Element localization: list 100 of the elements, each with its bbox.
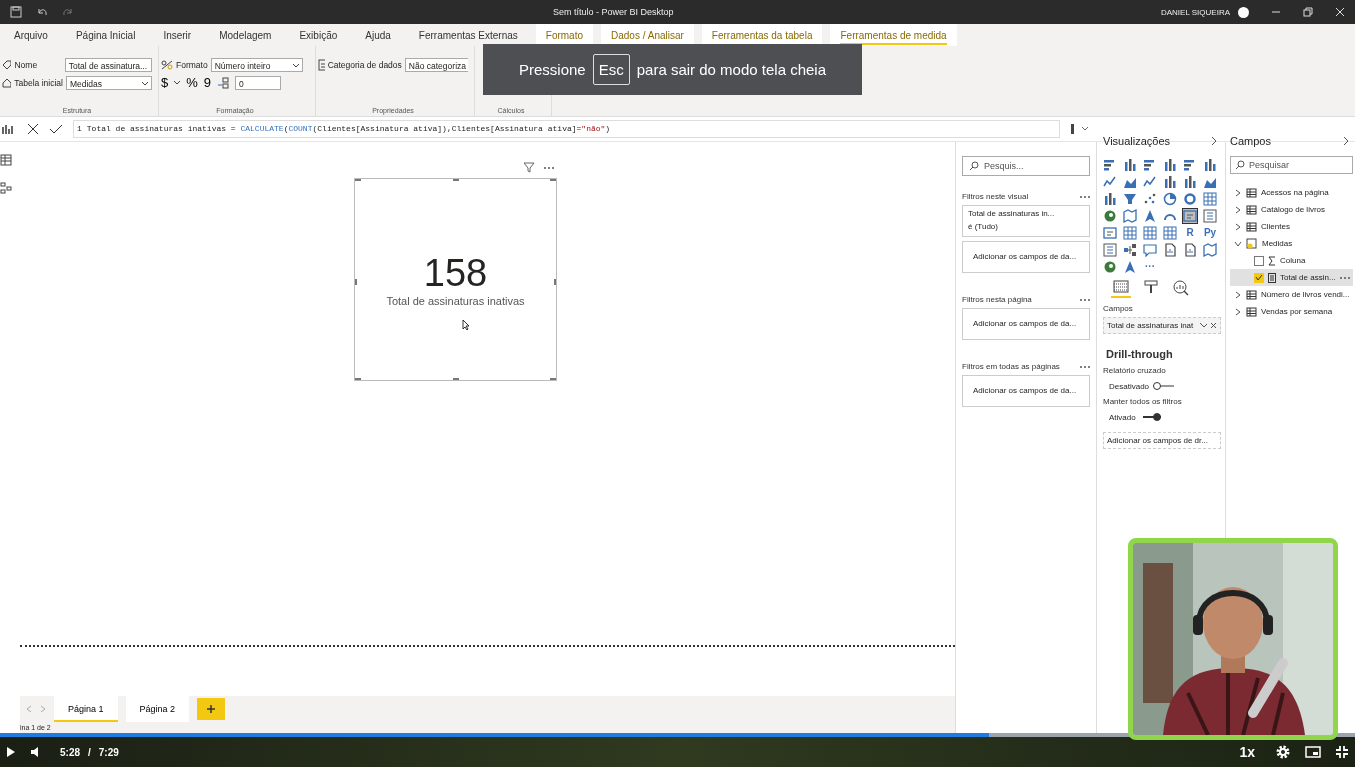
search-field[interactable]: Pesquis... <box>962 156 1090 176</box>
field-well[interactable]: Total de assinaturas inat <box>1103 317 1221 334</box>
drop-zone[interactable]: Adicionar os campos de da... <box>962 241 1090 273</box>
ribbon-tab[interactable]: Formato <box>535 24 593 46</box>
exit-fullscreen-icon[interactable] <box>1335 745 1349 759</box>
expand-icon[interactable] <box>1234 307 1242 316</box>
ribbon-tab[interactable]: Dados / Analisar <box>601 24 694 46</box>
table-chart-icon[interactable] <box>1163 226 1177 240</box>
field-item[interactable]: Total de assin... <box>1230 269 1353 286</box>
field-table-name[interactable]: Clientes <box>1261 222 1290 231</box>
globe-chart-icon[interactable] <box>1103 260 1117 274</box>
filter-card[interactable]: Total de assinaturas in... é (Tudo) <box>962 205 1090 237</box>
search-field[interactable]: Pesquisar <box>1230 156 1353 174</box>
fields-tab[interactable] <box>1109 278 1133 298</box>
expand-icon[interactable] <box>1070 123 1090 135</box>
scatter-chart-icon[interactable] <box>1143 192 1157 206</box>
table-chart-icon[interactable] <box>1203 192 1217 206</box>
ribbon-tab[interactable]: Inserir <box>153 24 202 46</box>
field-table-name[interactable]: Número de livros vendi... <box>1261 290 1350 299</box>
field-table-name[interactable]: Vendas por semana <box>1261 307 1333 316</box>
field-table-name[interactable]: Catálogo de livros <box>1261 205 1326 214</box>
arrow-chart-icon[interactable] <box>1143 209 1157 223</box>
drop-zone[interactable]: Adicionar os campos de da... <box>962 308 1090 340</box>
ribbon-tab[interactable]: Modelagem <box>209 24 282 46</box>
line-chart-icon[interactable] <box>1143 175 1157 189</box>
home-table-dropdown[interactable]: Medidas <box>65 76 152 90</box>
expand-icon[interactable] <box>1234 188 1242 197</box>
collapse-icon[interactable] <box>1343 136 1349 146</box>
formula-field[interactable]: 1 Total de assinaturas inativas = CALCULATE(COUNT(Clientes[Assinatura ativa]),Clientes[Assinatura ativa]="não") <box>73 120 1060 138</box>
ribbon-tab[interactable]: Exibição <box>289 24 348 46</box>
undo-icon[interactable] <box>36 6 48 18</box>
decimals-field[interactable]: 0 <box>235 76 282 90</box>
ribbon-tab[interactable]: Ferramentas da tabela <box>701 24 823 46</box>
table-chart-icon[interactable] <box>1143 226 1157 240</box>
comma-button[interactable]: 9 <box>203 76 212 90</box>
drop-zone[interactable]: Adicionar os campos de da... <box>962 375 1090 407</box>
page-tab[interactable]: Página 1 <box>54 696 118 722</box>
checkbox[interactable] <box>1254 272 1264 283</box>
map-chart-icon[interactable] <box>1123 209 1137 223</box>
bar-chart-icon[interactable] <box>1103 158 1117 172</box>
chevron-down-icon[interactable] <box>292 64 299 68</box>
donut-chart-icon[interactable] <box>1183 192 1197 206</box>
drop-zone[interactable]: Adicionar os campos de dr... <box>1103 432 1221 449</box>
caret-icon[interactable] <box>1199 323 1208 328</box>
commit-icon[interactable] <box>49 123 63 135</box>
field-table-name[interactable]: Medidas <box>1262 239 1293 248</box>
bar-chart-icon[interactable] <box>1183 158 1197 172</box>
tree-chart-icon[interactable] <box>1123 243 1137 257</box>
visual-type-button[interactable]: ··· <box>1143 260 1157 274</box>
chevron-down-icon[interactable] <box>142 82 148 86</box>
column-chart-icon[interactable] <box>1203 158 1217 172</box>
volume-icon[interactable] <box>30 746 40 758</box>
expand-icon[interactable] <box>1234 222 1242 231</box>
ribbon-tab[interactable]: Página Inicial <box>65 24 146 46</box>
category-dropdown[interactable]: Não categoriza <box>404 58 468 72</box>
save-icon[interactable] <box>10 6 22 18</box>
avatar-icon[interactable] <box>1238 6 1249 18</box>
globe-chart-icon[interactable] <box>1103 209 1117 223</box>
pie-chart-icon[interactable] <box>1163 192 1177 206</box>
visual-type-button[interactable]: R <box>1183 226 1197 240</box>
report-view-icon[interactable] <box>2 123 14 135</box>
remove-icon[interactable] <box>1210 322 1217 329</box>
picture-in-picture-icon[interactable] <box>1305 746 1321 758</box>
column-chart-icon[interactable] <box>1103 192 1117 206</box>
filter-icon[interactable] <box>523 162 535 173</box>
field-item[interactable]: Coluna <box>1230 252 1353 269</box>
toggle-switch[interactable] <box>1152 381 1177 391</box>
page-chart-icon[interactable] <box>1163 243 1177 257</box>
expand-icon[interactable] <box>1234 205 1242 214</box>
cancel-icon[interactable] <box>27 123 39 135</box>
expand-icon[interactable] <box>1234 239 1242 248</box>
decimal-icon[interactable] <box>217 77 230 89</box>
ribbon-tab[interactable]: Ferramentas de medida <box>830 24 957 46</box>
restore-icon[interactable] <box>1303 7 1313 17</box>
currency-button[interactable]: $ <box>161 76 169 90</box>
column-chart-icon[interactable] <box>1123 158 1137 172</box>
speed-button[interactable]: 1x <box>1233 743 1261 761</box>
bubble-chart-icon[interactable] <box>1143 243 1157 257</box>
funnel-chart-icon[interactable] <box>1123 192 1137 206</box>
bar-chart-icon[interactable] <box>1143 158 1157 172</box>
card-chart-icon[interactable] <box>1103 226 1117 240</box>
play-icon[interactable] <box>6 746 16 758</box>
column-chart-icon[interactable] <box>1183 175 1197 189</box>
column-chart-icon[interactable] <box>1163 175 1177 189</box>
line-chart-icon[interactable] <box>1103 175 1117 189</box>
format-dropdown[interactable]: Número inteiro <box>210 58 303 72</box>
ribbon-tab[interactable]: Arquivo <box>4 24 58 46</box>
percent-button[interactable]: % <box>186 76 198 90</box>
close-icon[interactable] <box>1335 7 1345 17</box>
table-view-icon[interactable] <box>0 154 12 166</box>
map-chart-icon[interactable] <box>1203 243 1217 257</box>
table-chart-icon[interactable] <box>1123 226 1137 240</box>
visual-type-button[interactable]: Py <box>1203 226 1217 240</box>
page-chart-icon[interactable] <box>1183 243 1197 257</box>
add-page-button[interactable] <box>197 698 226 720</box>
expand-icon[interactable] <box>1234 290 1242 299</box>
card-visual[interactable]: 158 Total de assinaturas inativas <box>354 178 557 381</box>
ribbon-tab[interactable]: Ferramentas Externas <box>408 24 528 46</box>
arrow-chart-icon[interactable] <box>1123 260 1137 274</box>
settings-icon[interactable] <box>1275 744 1291 760</box>
